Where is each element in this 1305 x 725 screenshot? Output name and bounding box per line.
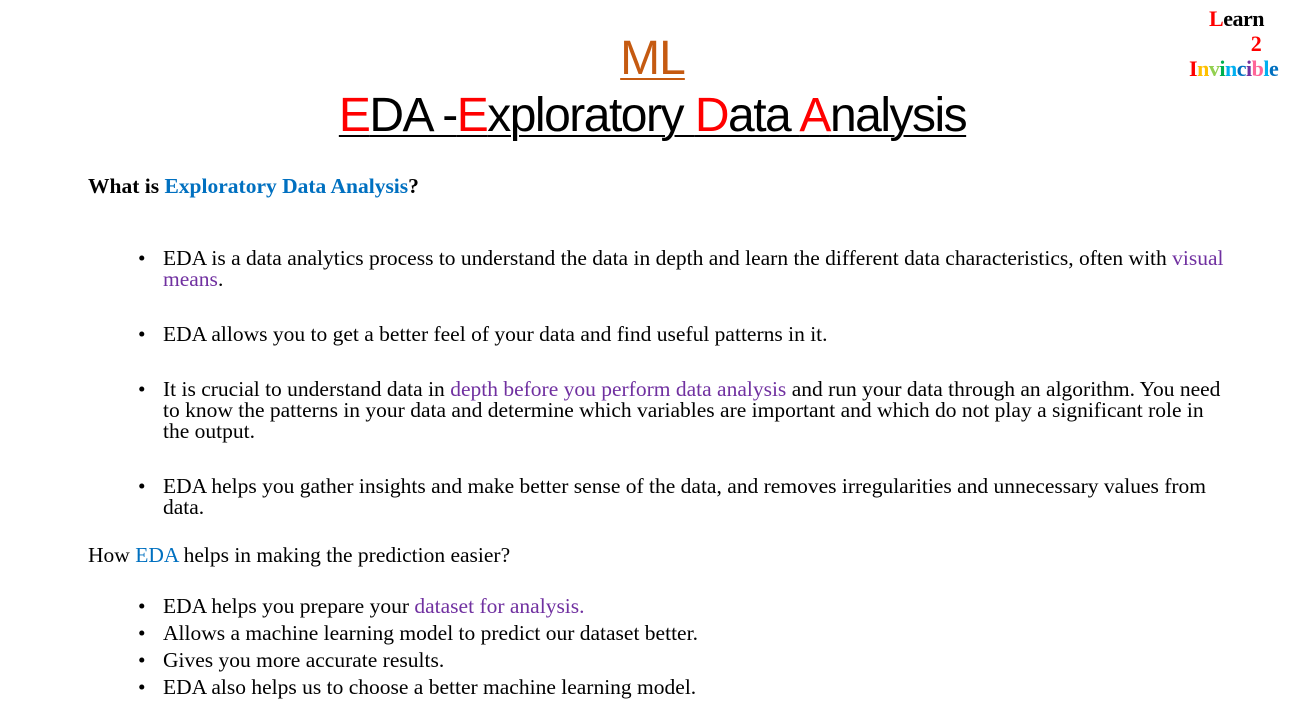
bullet-dot-icon: • xyxy=(138,246,146,270)
bullet-item: • Gives you more accurate results. xyxy=(88,648,1228,672)
bullet-text: EDA allows you to get a better feel of y… xyxy=(163,322,828,346)
bullet-dot-icon: • xyxy=(138,377,146,401)
page-title-text: EDA -Exploratory Data Analysis xyxy=(338,89,968,142)
bullet-text: Gives you more accurate results. xyxy=(163,648,445,672)
section2-heading-post: helps in making the prediction easier? xyxy=(178,543,511,567)
section1-heading-post: ? xyxy=(408,174,419,198)
slide: Learn 2 Invincible ML EDA -Exploratory D… xyxy=(0,0,1305,725)
bullet-text: EDA is a data analytics process to under… xyxy=(163,246,1173,270)
title-word-part: nalysis xyxy=(829,89,968,142)
title-initial-letter: D xyxy=(694,89,730,142)
bullet-item: • EDA allows you to get a better feel of … xyxy=(88,322,1228,346)
section1-bullet-list: • EDA is a data analytics process to unde… xyxy=(88,246,1228,519)
bullet-item: • EDA also helps us to choose a better ma… xyxy=(88,675,1228,699)
bullet-dot-icon: • xyxy=(138,648,146,672)
title-initial-letter: E xyxy=(456,89,489,142)
bullet-text: EDA also helps us to choose a better mac… xyxy=(163,675,697,699)
bullet-text: EDA helps you prepare your xyxy=(163,594,415,618)
bullet-dot-icon: • xyxy=(138,474,146,498)
title-initial-letter: E xyxy=(338,89,371,142)
bullet-item: • EDA helps you gather insights and make … xyxy=(88,474,1228,519)
bullet-text: Allows a machine learning model to predi… xyxy=(163,621,698,645)
title-initial-letter: A xyxy=(799,89,831,142)
section1-heading-pre: What is xyxy=(88,174,165,198)
highlighted-phrase: dataset for analysis. xyxy=(414,594,585,618)
section2-heading: How EDA helps in making the prediction e… xyxy=(88,540,1228,570)
section2-bullet-list: • EDA helps you prepare your dataset for … xyxy=(88,594,1228,699)
bullet-dot-icon: • xyxy=(138,675,146,699)
slide-content: What is Exploratory Data Analysis? • EDA … xyxy=(88,170,1228,698)
bullet-item: • EDA helps you prepare your dataset for … xyxy=(88,594,1228,618)
section2-heading-pre: How xyxy=(88,543,136,567)
logo-line-1: Learn xyxy=(1189,6,1293,31)
bullet-dot-icon: • xyxy=(138,322,146,346)
bullet-text: . xyxy=(217,267,224,291)
title-word-part: xploratory xyxy=(487,89,695,142)
section1-heading: What is Exploratory Data Analysis? xyxy=(88,170,1228,202)
bullet-item: • It is crucial to understand data in dep… xyxy=(88,377,1228,442)
logo-letters: earn xyxy=(1223,6,1264,31)
bullet-dot-icon: • xyxy=(138,594,146,618)
bullet-item: • EDA is a data analytics process to unde… xyxy=(88,246,1228,291)
title-word-part: ata xyxy=(728,89,800,142)
title-word-part: DA - xyxy=(369,89,458,142)
title-block: ML EDA -Exploratory Data Analysis xyxy=(0,30,1305,144)
section1-heading-highlight: Exploratory Data Analysis xyxy=(164,174,409,198)
section2-heading-highlight: EDA xyxy=(135,543,179,567)
bullet-dot-icon: • xyxy=(138,621,146,645)
bullet-text: EDA helps you gather insights and make b… xyxy=(163,474,1207,519)
logo-letters: L xyxy=(1209,6,1224,31)
bullet-item: • Allows a machine learning model to pred… xyxy=(88,621,1228,645)
subject-title: ML xyxy=(620,32,686,85)
page-title: EDA -Exploratory Data Analysis xyxy=(0,88,1305,144)
